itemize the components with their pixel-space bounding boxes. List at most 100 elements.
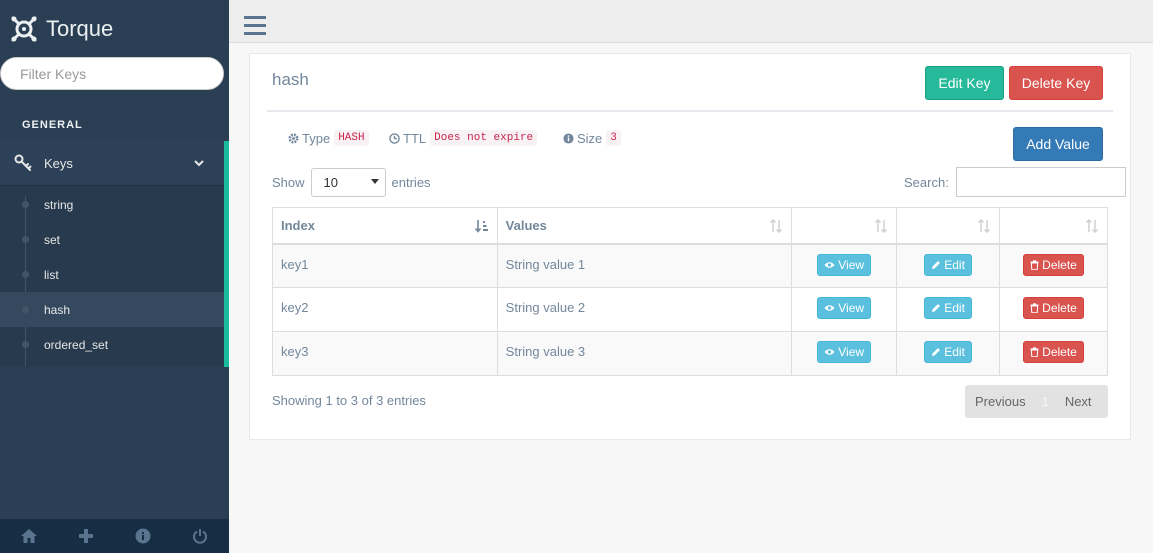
info-button[interactable] <box>115 519 172 553</box>
trash-icon <box>1030 347 1039 357</box>
meta-size: Size 3 <box>563 129 621 147</box>
menu-toggle-icon[interactable] <box>244 16 266 36</box>
app-title: Torque <box>46 16 114 41</box>
edit-button[interactable]: Edit <box>924 341 972 363</box>
edit-button-label: Edit <box>944 345 965 359</box>
delete-key-button[interactable]: Delete Key <box>1009 66 1103 100</box>
add-value-button[interactable]: Add Value <box>1013 127 1103 161</box>
column-header-label: Values <box>505 217 547 233</box>
entries-label: entries <box>391 174 431 190</box>
info-circle-icon <box>563 132 574 144</box>
keys-menu-label: Keys <box>44 155 73 171</box>
values-table: Index Values key1 String value 1 View Ed… <box>272 207 1108 376</box>
table-row: key2 String value 2 View Edit Delete <box>272 287 1108 332</box>
sidebar-item-label: list <box>44 267 59 282</box>
table-row: key3 String value 3 View Edit Delete <box>272 331 1108 376</box>
pencil-icon <box>932 304 941 312</box>
column-header-edit[interactable] <box>896 207 1001 245</box>
sidebar: Torque GENERAL Keys string set list hash… <box>0 0 229 553</box>
brand[interactable]: Torque <box>10 14 113 44</box>
column-header-view[interactable] <box>791 207 898 245</box>
caret-down-icon <box>370 179 379 184</box>
bullet-icon <box>22 201 29 208</box>
cell-index: key1 <box>272 243 498 288</box>
page-1-button[interactable]: 1 <box>1042 394 1049 409</box>
wrench-cog-icon <box>11 16 37 42</box>
meta-type: Type HASH <box>288 129 369 147</box>
chevron-down-icon <box>194 160 204 167</box>
pencil-icon <box>932 348 941 356</box>
plus-icon <box>78 529 93 543</box>
cell-edit: Edit <box>896 243 1001 288</box>
sidebar-item-set[interactable]: set <box>0 222 224 257</box>
sidebar-item-label: hash <box>44 302 71 317</box>
delete-button[interactable]: Delete <box>1023 341 1084 363</box>
page-length-value: 10 <box>323 174 338 190</box>
edit-button[interactable]: Edit <box>924 297 972 319</box>
bullet-icon <box>22 341 29 348</box>
view-button[interactable]: View <box>817 341 872 363</box>
cell-edit: Edit <box>896 287 1001 332</box>
sort-icon <box>1085 219 1099 233</box>
add-button[interactable] <box>57 519 114 553</box>
sidebar-footer <box>0 519 229 553</box>
sidebar-item-label: ordered_set <box>44 337 109 352</box>
edit-button[interactable]: Edit <box>924 253 972 276</box>
column-header-delete[interactable] <box>999 207 1108 245</box>
pagination: Previous 1 Next <box>965 385 1108 418</box>
meta-ttl-value: Does not expire <box>430 130 538 146</box>
sort-icon <box>978 219 991 233</box>
page-title: hash <box>272 70 309 89</box>
home-button[interactable] <box>0 519 57 553</box>
table-row: key1 String value 1 View Edit Delete <box>272 243 1108 288</box>
pencil-icon <box>932 260 941 269</box>
previous-page-button[interactable]: Previous <box>975 394 1026 409</box>
column-header-values[interactable]: Values <box>496 207 793 245</box>
view-button[interactable]: View <box>817 253 872 276</box>
view-button[interactable]: View <box>817 297 872 319</box>
key-panel: hash Edit Key Delete Key Type HASH TTL D… <box>249 53 1131 440</box>
meta-type-label: Type <box>302 130 331 146</box>
column-header-index[interactable]: Index <box>272 207 498 245</box>
delete-button[interactable]: Delete <box>1023 297 1084 319</box>
cell-view: View <box>791 243 898 288</box>
view-button-label: View <box>838 257 865 272</box>
eye-icon <box>824 305 835 311</box>
cell-view: View <box>791 287 898 332</box>
search-label: Search: <box>904 174 949 190</box>
sidebar-item-ordered-set[interactable]: ordered_set <box>0 327 224 362</box>
delete-button-label: Delete <box>1042 301 1077 315</box>
next-page-button[interactable]: Next <box>1065 394 1092 409</box>
page-length-control: Show 10 entries <box>272 167 431 197</box>
show-label: Show <box>272 174 305 190</box>
edit-button-label: Edit <box>944 301 965 315</box>
sidebar-item-label: string <box>44 197 74 212</box>
trash-icon <box>1030 259 1039 270</box>
section-heading: GENERAL <box>22 119 83 131</box>
power-button[interactable] <box>172 519 229 553</box>
sidebar-item-string[interactable]: string <box>0 187 224 222</box>
edit-button-label: Edit <box>944 257 965 272</box>
cell-index: key3 <box>272 331 498 376</box>
delete-button[interactable]: Delete <box>1023 253 1084 276</box>
table-search: Search: <box>904 167 1126 197</box>
search-input[interactable] <box>955 167 1126 197</box>
sidebar-item-hash[interactable]: hash <box>0 292 224 327</box>
cell-edit: Edit <box>896 331 1001 376</box>
key-list: string set list hash ordered_set <box>0 187 224 362</box>
filter-keys-input[interactable] <box>0 57 224 90</box>
meta-size-value: 3 <box>606 130 621 146</box>
sidebar-item-list[interactable]: list <box>0 257 224 292</box>
edit-key-button[interactable]: Edit Key <box>925 66 1004 100</box>
active-accent-bar <box>224 141 229 367</box>
sidebar-item-label: set <box>44 232 61 247</box>
keys-menu-toggle[interactable]: Keys <box>0 141 224 186</box>
cell-delete: Delete <box>999 331 1108 376</box>
eye-icon <box>824 261 835 268</box>
cell-value: String value 3 <box>496 331 793 376</box>
top-nav <box>229 0 1153 43</box>
divider <box>267 110 1113 112</box>
page-length-select[interactable]: 10 <box>310 167 386 197</box>
delete-button-label: Delete <box>1042 345 1077 359</box>
cell-delete: Delete <box>999 287 1108 332</box>
